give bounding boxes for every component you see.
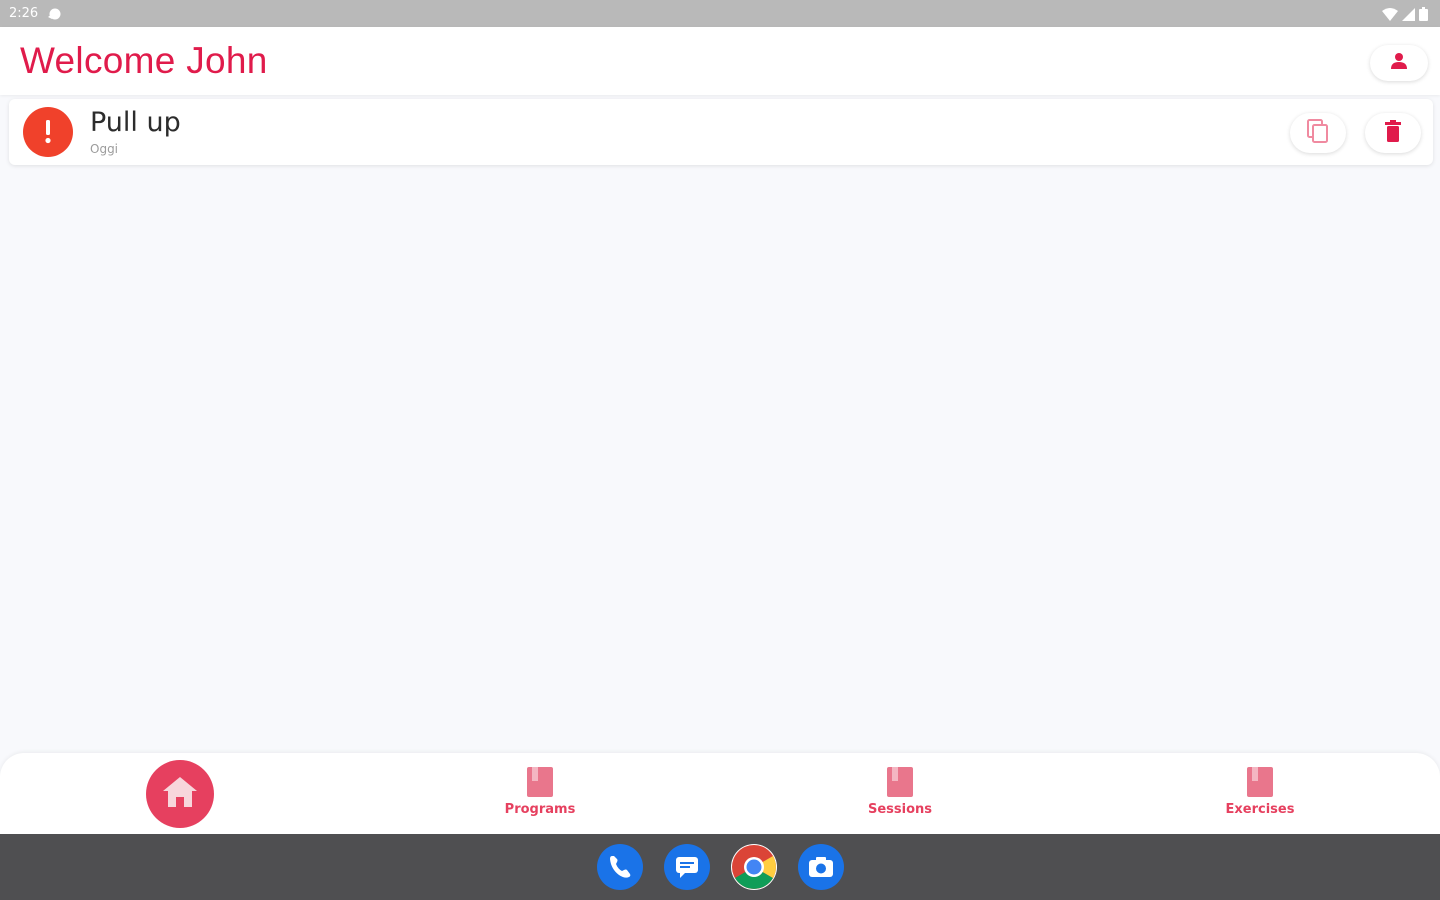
sync-icon bbox=[47, 6, 62, 20]
nav-home-button[interactable] bbox=[146, 760, 214, 828]
signal-icon bbox=[1402, 6, 1415, 25]
book-icon bbox=[887, 767, 913, 797]
profile-button[interactable] bbox=[1370, 45, 1428, 81]
app-header: Welcome John bbox=[0, 27, 1440, 95]
page-title: Welcome John bbox=[20, 40, 268, 81]
copy-icon bbox=[1306, 118, 1330, 148]
list-item[interactable]: Pull up Oggi bbox=[9, 99, 1433, 165]
person-icon bbox=[1389, 51, 1409, 75]
nav-label-programs: Programs bbox=[504, 802, 576, 817]
book-icon bbox=[527, 767, 553, 797]
camera-icon[interactable] bbox=[798, 844, 844, 890]
copy-button[interactable] bbox=[1290, 113, 1346, 153]
nav-label-exercises: Exercises bbox=[1225, 802, 1295, 817]
battery-icon bbox=[1419, 6, 1428, 25]
status-icons bbox=[1382, 6, 1428, 25]
book-icon bbox=[1247, 767, 1273, 797]
phone-icon[interactable] bbox=[597, 844, 643, 890]
bottom-navigation: Programs Sessions Exercises bbox=[0, 753, 1440, 834]
chrome-icon[interactable] bbox=[731, 844, 777, 890]
home-icon bbox=[163, 777, 197, 811]
nav-sessions[interactable]: Sessions bbox=[820, 767, 980, 827]
nav-programs[interactable]: Programs bbox=[460, 767, 620, 827]
item-title: Pull up bbox=[90, 107, 181, 138]
status-time: 2:26 bbox=[9, 6, 39, 21]
nav-label-sessions: Sessions bbox=[867, 802, 933, 817]
delete-button[interactable] bbox=[1365, 113, 1421, 153]
trash-icon bbox=[1384, 120, 1402, 146]
system-dock bbox=[0, 834, 1440, 900]
wifi-icon bbox=[1382, 6, 1398, 25]
messages-icon[interactable] bbox=[664, 844, 710, 890]
alert-icon bbox=[23, 107, 73, 157]
item-subtitle: Oggi bbox=[90, 142, 119, 156]
status-bar: 2:26 bbox=[0, 0, 1440, 27]
nav-exercises[interactable]: Exercises bbox=[1180, 767, 1340, 827]
